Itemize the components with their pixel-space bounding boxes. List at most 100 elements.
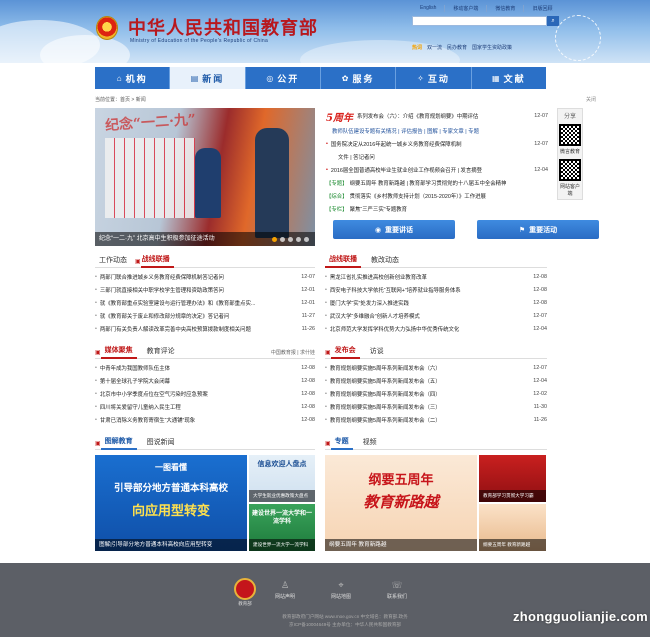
infographic-side-image-top[interactable]: 信息欢迎人盘点 大学生就业优惠政策大盘点: [249, 455, 315, 502]
list-item[interactable]: • 黑龙江省扎实推进高校创新创业教育改革 12-08: [325, 271, 547, 284]
headline-text: 聚焦“三严三实”专题教育: [349, 206, 408, 213]
list-item[interactable]: • 教育规划纲要实施5周年系列新闻发布会（四） 12-02: [325, 388, 547, 401]
nav-institutions[interactable]: ⌂ 机构: [95, 67, 171, 89]
toplink-english[interactable]: English: [412, 5, 446, 12]
tab-press-conference[interactable]: 发布会: [330, 345, 360, 359]
bullet-icon: •: [95, 287, 97, 294]
carousel-dot[interactable]: [280, 237, 285, 242]
tab-front-line[interactable]: 战线联播: [325, 254, 361, 268]
search-button[interactable]: ⌕: [547, 16, 559, 26]
bullet-icon: •: [95, 378, 97, 385]
headline-date: 12-07: [534, 113, 548, 119]
tab-front-line[interactable]: 战线联播: [140, 254, 174, 268]
item-text: 黑龙江省扎实推进高校创新创业教育改革: [329, 275, 427, 282]
nav-news[interactable]: ▤ 新闻: [170, 67, 246, 89]
tab-media-focus[interactable]: 媒体聚焦: [100, 345, 137, 359]
important-speeches-button[interactable]: ◉ 重要讲话: [333, 220, 455, 239]
list-item[interactable]: • 第十届全球孔子学院大会闭幕 12-08: [95, 375, 315, 388]
tab-special[interactable]: 专题: [330, 436, 353, 450]
media-source-links[interactable]: 中国教育报 | 求什娃: [271, 349, 315, 358]
list-item[interactable]: • 教育规划纲要实施5周年系列新闻发布会（五） 12-04: [325, 375, 547, 388]
item-date: 12-08: [301, 403, 315, 410]
list-item[interactable]: • 教育规划纲要实施5周年系列新闻发布会（六） 12-07: [325, 362, 547, 375]
carousel-dot[interactable]: [272, 237, 277, 242]
list-item[interactable]: • 就《教育部关于废止和修改部分规章的决定》答记者问 11-27: [95, 309, 315, 322]
site-title[interactable]: 中华人民共和国教育部: [128, 14, 318, 40]
special-main-image[interactable]: 纲要五周年 教育新路越 纲要五周年 教育新路越: [325, 455, 477, 551]
location-icon: ⌖: [338, 580, 344, 590]
tab-photo-news[interactable]: 图说新闻: [143, 437, 179, 449]
special-side-image-bottom[interactable]: 纲要五周年 教育新路越: [479, 504, 546, 551]
lead-headline[interactable]: 5周年 系列发布会（六）：介绍《教育规划纲要》中期评估 12-07: [326, 108, 548, 124]
toplink-old-version[interactable]: 旧版回顾: [524, 5, 560, 12]
carousel-dot[interactable]: [288, 237, 293, 242]
headline-item[interactable]: • 2016届全国普通高校毕业生就业创业工作视频会召开 | 发言摘登 12-04: [326, 163, 548, 176]
nav-documents[interactable]: ▦ 文献: [472, 67, 546, 89]
important-activities-button[interactable]: ⚑ 重要活动: [477, 220, 599, 239]
footer-link-sitemap[interactable]: ⌖ 网站地图: [324, 580, 358, 600]
press-section: ▣ 发布会 访谈 • 教育规划纲要实施5周年系列新闻发布会（六） 12-07 • 教育…: [325, 347, 547, 426]
headline-item[interactable]: 文件 | 答记者问: [326, 150, 548, 163]
nav-label: 互动: [427, 73, 450, 84]
bullet-icon: •: [95, 274, 97, 281]
close-link[interactable]: 关闭: [586, 96, 596, 103]
list-item[interactable]: • 中青年成为我国教师队伍主体 12-08: [95, 362, 315, 375]
item-text: 两部门有关负责人解读改革完善中央高校预算拨款制度相关问题: [99, 326, 251, 333]
tab-interview[interactable]: 访谈: [366, 346, 388, 358]
infographic-side-image-bottom[interactable]: 建设世界一流大学和一流学科 建设世界一流大学一流学科: [249, 504, 315, 551]
nav-interact[interactable]: ✧ 互动: [396, 67, 472, 89]
carousel-dot[interactable]: [296, 237, 301, 242]
side-image-title: 信息欢迎人盘点: [257, 461, 307, 468]
documents-icon: ▦: [492, 73, 500, 83]
headline-text: 文件 | 答记者问: [338, 154, 375, 161]
carousel-dot[interactable]: [304, 237, 309, 242]
headline-text: 贯彻落实《乡村教师支持计划（2015-2020年）》工作进展: [349, 193, 486, 200]
tab-education-review[interactable]: 教育评论: [143, 346, 179, 358]
list-item[interactable]: • 北京市中小学季度点位在空气污染时应急预案 12-08: [95, 388, 315, 401]
nav-public[interactable]: ◎ 公开: [246, 67, 321, 89]
list-item[interactable]: • 教育规划纲要实施5周年系列新闻发布会（二） 11-26: [325, 413, 547, 426]
share-label[interactable]: 分享: [558, 109, 582, 122]
infographic-main-image[interactable]: 一图看懂 引导部分地方普通本科高校 向应用型转变 图解|引导部分地方普通本科高校…: [95, 455, 247, 551]
photo-person: [255, 128, 289, 238]
tab-reform[interactable]: 教改动态: [367, 255, 403, 267]
national-emblem-icon[interactable]: [96, 16, 118, 40]
list-item[interactable]: • 就《教育部重点实验室建设与运行管理办法》和《教育部重点实... 12-01: [95, 297, 315, 310]
bullet-icon: •: [95, 416, 97, 423]
list-item[interactable]: • 两部门有关负责人解读改革完善中央高校预算拨款制度相关问题 11-26: [95, 322, 315, 335]
list-item[interactable]: • 武汉大学“多维融合”创新人才培养模式 12-07: [325, 309, 547, 322]
nav-service[interactable]: ✿ 服务: [321, 67, 397, 89]
list-item[interactable]: • 北京师范大学发挥学科优势大力弘扬中华优秀传统文化 12-04: [325, 322, 547, 335]
headline-item[interactable]: • 国务院决定从2016年起统一城乡义务教育经费保障机制 12-07: [326, 137, 548, 150]
site-header: 中华人民共和国教育部 Ministry of Education of the …: [0, 0, 650, 63]
tab-work-news[interactable]: 工作动态: [95, 255, 131, 267]
headline-item[interactable]: 【专栏】 聚焦“三严三实”专题教育: [326, 202, 548, 215]
search-input[interactable]: [412, 16, 547, 26]
list-item[interactable]: • 甘肃已消除义务教育寄宿生“大通铺”现象 12-08: [95, 413, 315, 426]
item-text: 四川将关爱留守儿童纳入民生工程: [99, 404, 181, 411]
toplink-mobile[interactable]: 移动客户端: [445, 5, 488, 12]
tab-video[interactable]: 视频: [359, 437, 381, 449]
list-item[interactable]: • 教育规划纲要实施5周年系列新闻发布会（三） 11-30: [325, 400, 547, 413]
list-item[interactable]: • 厦门大学“实”处发力深入推进实践 12-08: [325, 297, 547, 310]
anniversary-logo: 5周年: [326, 112, 353, 124]
hotword-link[interactable]: 民办教育: [447, 44, 467, 51]
headline-item[interactable]: 【专题】 纲要五周年 教育新路越 | 教育部学习贯彻党的十八届五中全会精神: [326, 176, 548, 189]
footer-link-statement[interactable]: ♙ 网站声明: [268, 580, 302, 600]
toplink-wechat[interactable]: 微信教育: [487, 5, 525, 12]
hotword-link[interactable]: 国家学生资助政策: [472, 44, 512, 51]
bullet-icon: •: [95, 403, 97, 410]
photo-person: [195, 148, 221, 218]
special-side-image-top[interactable]: 教育部学习贯彻大学习霸: [479, 455, 546, 502]
hotword-link[interactable]: 双一流: [427, 44, 442, 51]
headline-item[interactable]: 【综合】 贯彻落实《乡村教师支持计划（2015-2020年）》工作进展: [326, 189, 548, 202]
list-item[interactable]: • 西安电子科技大学依托“互联网+”培养就业指导服务体系 12-08: [325, 284, 547, 297]
lead-sub-links[interactable]: 教师队伍建设专题有关情况 | 评估报告 | 图解 | 专家文章 | 专题: [326, 124, 548, 137]
news-carousel[interactable]: 纪念“一二·九” 纪念“一二·九” 北京高中生积极参加征途活动: [95, 108, 315, 246]
list-item[interactable]: • 两部门联合推进城乡义务教育经费保障机制答记者问 12-07: [95, 271, 315, 284]
footer-link-label: 网站声明: [274, 594, 295, 600]
list-item[interactable]: • 四川将关爱留守儿童纳入民生工程 12-08: [95, 400, 315, 413]
tab-infographic[interactable]: 图解教育: [100, 436, 137, 450]
footer-link-contact[interactable]: ☏ 联系我们: [380, 580, 414, 600]
list-item[interactable]: • 三部门就直接相关中职学校学生管理和资助政策答问 12-01: [95, 284, 315, 297]
